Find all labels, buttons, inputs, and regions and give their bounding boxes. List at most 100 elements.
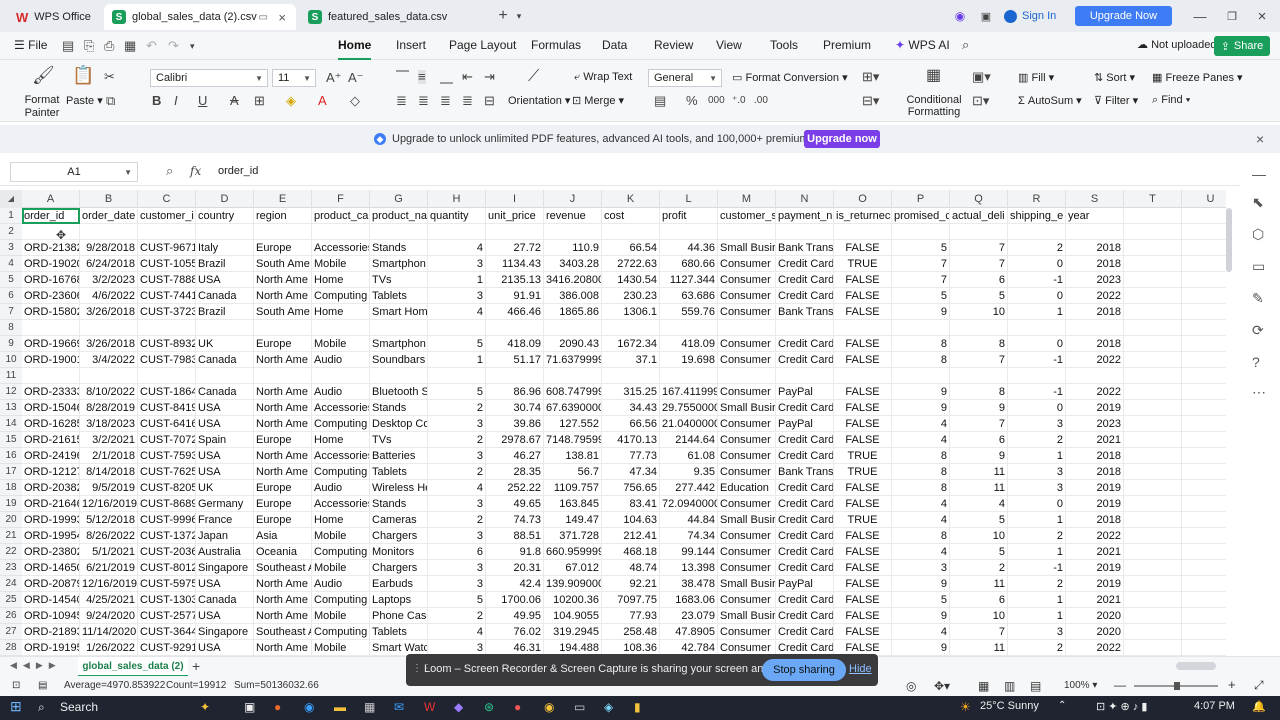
- table-cell[interactable]: CUST-92915: [138, 640, 196, 656]
- table-cell[interactable]: 20.31: [486, 560, 544, 576]
- table-cell[interactable]: 6: [428, 544, 486, 560]
- table-cell[interactable]: [1124, 480, 1182, 496]
- table-cell[interactable]: 74.34: [660, 528, 718, 544]
- table-cell[interactable]: Chargers: [370, 560, 428, 576]
- table-cell[interactable]: 371.728: [544, 528, 602, 544]
- table-cell[interactable]: 149.47: [544, 512, 602, 528]
- table-cell[interactable]: Consumer: [718, 544, 776, 560]
- header-cell[interactable]: [1124, 208, 1182, 224]
- table-cell[interactable]: 3416.20800(: [544, 272, 602, 288]
- row-header[interactable]: 16: [0, 448, 22, 464]
- table-cell[interactable]: [1124, 272, 1182, 288]
- table-cell[interactable]: ORD-16768(: [22, 272, 80, 288]
- table-cell[interactable]: 2019: [1066, 480, 1124, 496]
- table-cell[interactable]: [1124, 416, 1182, 432]
- table-cell[interactable]: 1: [428, 352, 486, 368]
- close-icon[interactable]: ×: [278, 10, 286, 25]
- table-cell[interactable]: Computing: [312, 288, 370, 304]
- table-cell[interactable]: [1182, 224, 1226, 240]
- italic-icon[interactable]: I: [174, 94, 178, 108]
- wrap-text-button[interactable]: ⤶ Wrap Text: [574, 71, 632, 84]
- table-cell[interactable]: [1124, 320, 1182, 336]
- table-cell[interactable]: Accessories: [312, 240, 370, 256]
- table-cell[interactable]: North Ame: [254, 416, 312, 432]
- table-cell[interactable]: 3/18/2023: [80, 416, 138, 432]
- table-cell[interactable]: Consumer: [718, 352, 776, 368]
- row-header[interactable]: 18: [0, 480, 22, 496]
- table-cell[interactable]: South Ame: [254, 304, 312, 320]
- table-cell[interactable]: 71.6379999!: [544, 352, 602, 368]
- table-cell[interactable]: Computing: [312, 416, 370, 432]
- table-cell[interactable]: -1: [1008, 560, 1066, 576]
- table-cell[interactable]: 2018: [1066, 240, 1124, 256]
- table-cell[interactable]: 37.1: [602, 352, 660, 368]
- table-cell[interactable]: Credit Card: [776, 448, 834, 464]
- table-cell[interactable]: 27.72: [486, 240, 544, 256]
- row-header[interactable]: 10: [0, 352, 22, 368]
- table-cell[interactable]: CUST-99962: [138, 512, 196, 528]
- table-cell[interactable]: 9/28/2018: [80, 240, 138, 256]
- row-header[interactable]: 1: [0, 208, 22, 224]
- zoom-search-icon[interactable]: ⌕: [166, 163, 173, 179]
- table-cell[interactable]: 660.959999!: [544, 544, 602, 560]
- table-cell[interactable]: 3: [428, 288, 486, 304]
- table-cell[interactable]: 8: [892, 528, 950, 544]
- table-cell[interactable]: Credit Card: [776, 592, 834, 608]
- header-cell[interactable]: quantity: [428, 208, 486, 224]
- table-cell[interactable]: [834, 224, 892, 240]
- filter-button[interactable]: ⊽ Filter ▾: [1094, 94, 1138, 107]
- table-cell[interactable]: 2018: [1066, 448, 1124, 464]
- tab-global-sales-data[interactable]: S global_sales_data (2).csv ▭ ×: [104, 4, 296, 30]
- table-cell[interactable]: ORD-23802!: [22, 544, 80, 560]
- table-cell[interactable]: 7: [950, 352, 1008, 368]
- table-cell[interactable]: Accessories: [312, 496, 370, 512]
- table-cell[interactable]: 6: [950, 592, 1008, 608]
- zoom-slider-handle[interactable]: [1174, 682, 1180, 690]
- table-cell[interactable]: Tablets: [370, 288, 428, 304]
- row-header[interactable]: 11: [0, 368, 22, 384]
- table-cell[interactable]: 11: [950, 464, 1008, 480]
- table-cell[interactable]: [950, 224, 1008, 240]
- table-cell[interactable]: Credit Card: [776, 560, 834, 576]
- table-cell[interactable]: [370, 368, 428, 384]
- table-cell[interactable]: FALSE: [834, 400, 892, 416]
- vertical-scrollbar[interactable]: [1226, 208, 1232, 272]
- paste-button[interactable]: Paste ▾: [66, 94, 103, 107]
- chatgpt-icon[interactable]: ⊛: [484, 700, 494, 714]
- table-cell[interactable]: Audio: [312, 384, 370, 400]
- table-cell[interactable]: [1008, 368, 1066, 384]
- table-cell[interactable]: 86.96: [486, 384, 544, 400]
- decrease-font-icon[interactable]: A⁻: [348, 71, 364, 85]
- orientation-icon[interactable]: ⟋: [528, 69, 539, 85]
- tray-chevron-icon[interactable]: ⌃: [1058, 700, 1066, 711]
- freeze-panes-button[interactable]: ▦ Freeze Panes ▾: [1152, 71, 1243, 84]
- table-cell[interactable]: 1: [1008, 608, 1066, 624]
- tab-page-layout[interactable]: Page Layout: [449, 38, 516, 52]
- terminal-icon[interactable]: ▭: [574, 700, 585, 714]
- table-cell[interactable]: 2022: [1066, 640, 1124, 656]
- align-right-icon[interactable]: ≣: [440, 94, 451, 108]
- table-cell[interactable]: [80, 368, 138, 384]
- table-cell[interactable]: [950, 320, 1008, 336]
- table-cell[interactable]: [428, 368, 486, 384]
- table-cell[interactable]: 49.95: [486, 608, 544, 624]
- table-cell[interactable]: 386.008: [544, 288, 602, 304]
- table-cell[interactable]: 2: [428, 400, 486, 416]
- table-cell[interactable]: [1124, 368, 1182, 384]
- table-cell[interactable]: [660, 224, 718, 240]
- table-cell[interactable]: 2019: [1066, 576, 1124, 592]
- table-cell[interactable]: 3: [428, 256, 486, 272]
- table-cell[interactable]: [602, 368, 660, 384]
- table-cell[interactable]: [1182, 368, 1226, 384]
- table-cell[interactable]: [196, 224, 254, 240]
- table-cell[interactable]: Mobile: [312, 336, 370, 352]
- table-cell[interactable]: 83.41: [602, 496, 660, 512]
- table-cell[interactable]: Credit Card: [776, 256, 834, 272]
- close-icon[interactable]: ×: [1256, 131, 1264, 147]
- horizontal-scrollbar[interactable]: [1176, 662, 1216, 670]
- table-cell[interactable]: 0: [1008, 336, 1066, 352]
- table-cell[interactable]: 4: [892, 512, 950, 528]
- sheet-tab-global-sales-data[interactable]: global_sales_data (2): [78, 657, 188, 677]
- zoom-in-icon[interactable]: +: [1228, 677, 1236, 692]
- table-cell[interactable]: 2/1/2018: [80, 448, 138, 464]
